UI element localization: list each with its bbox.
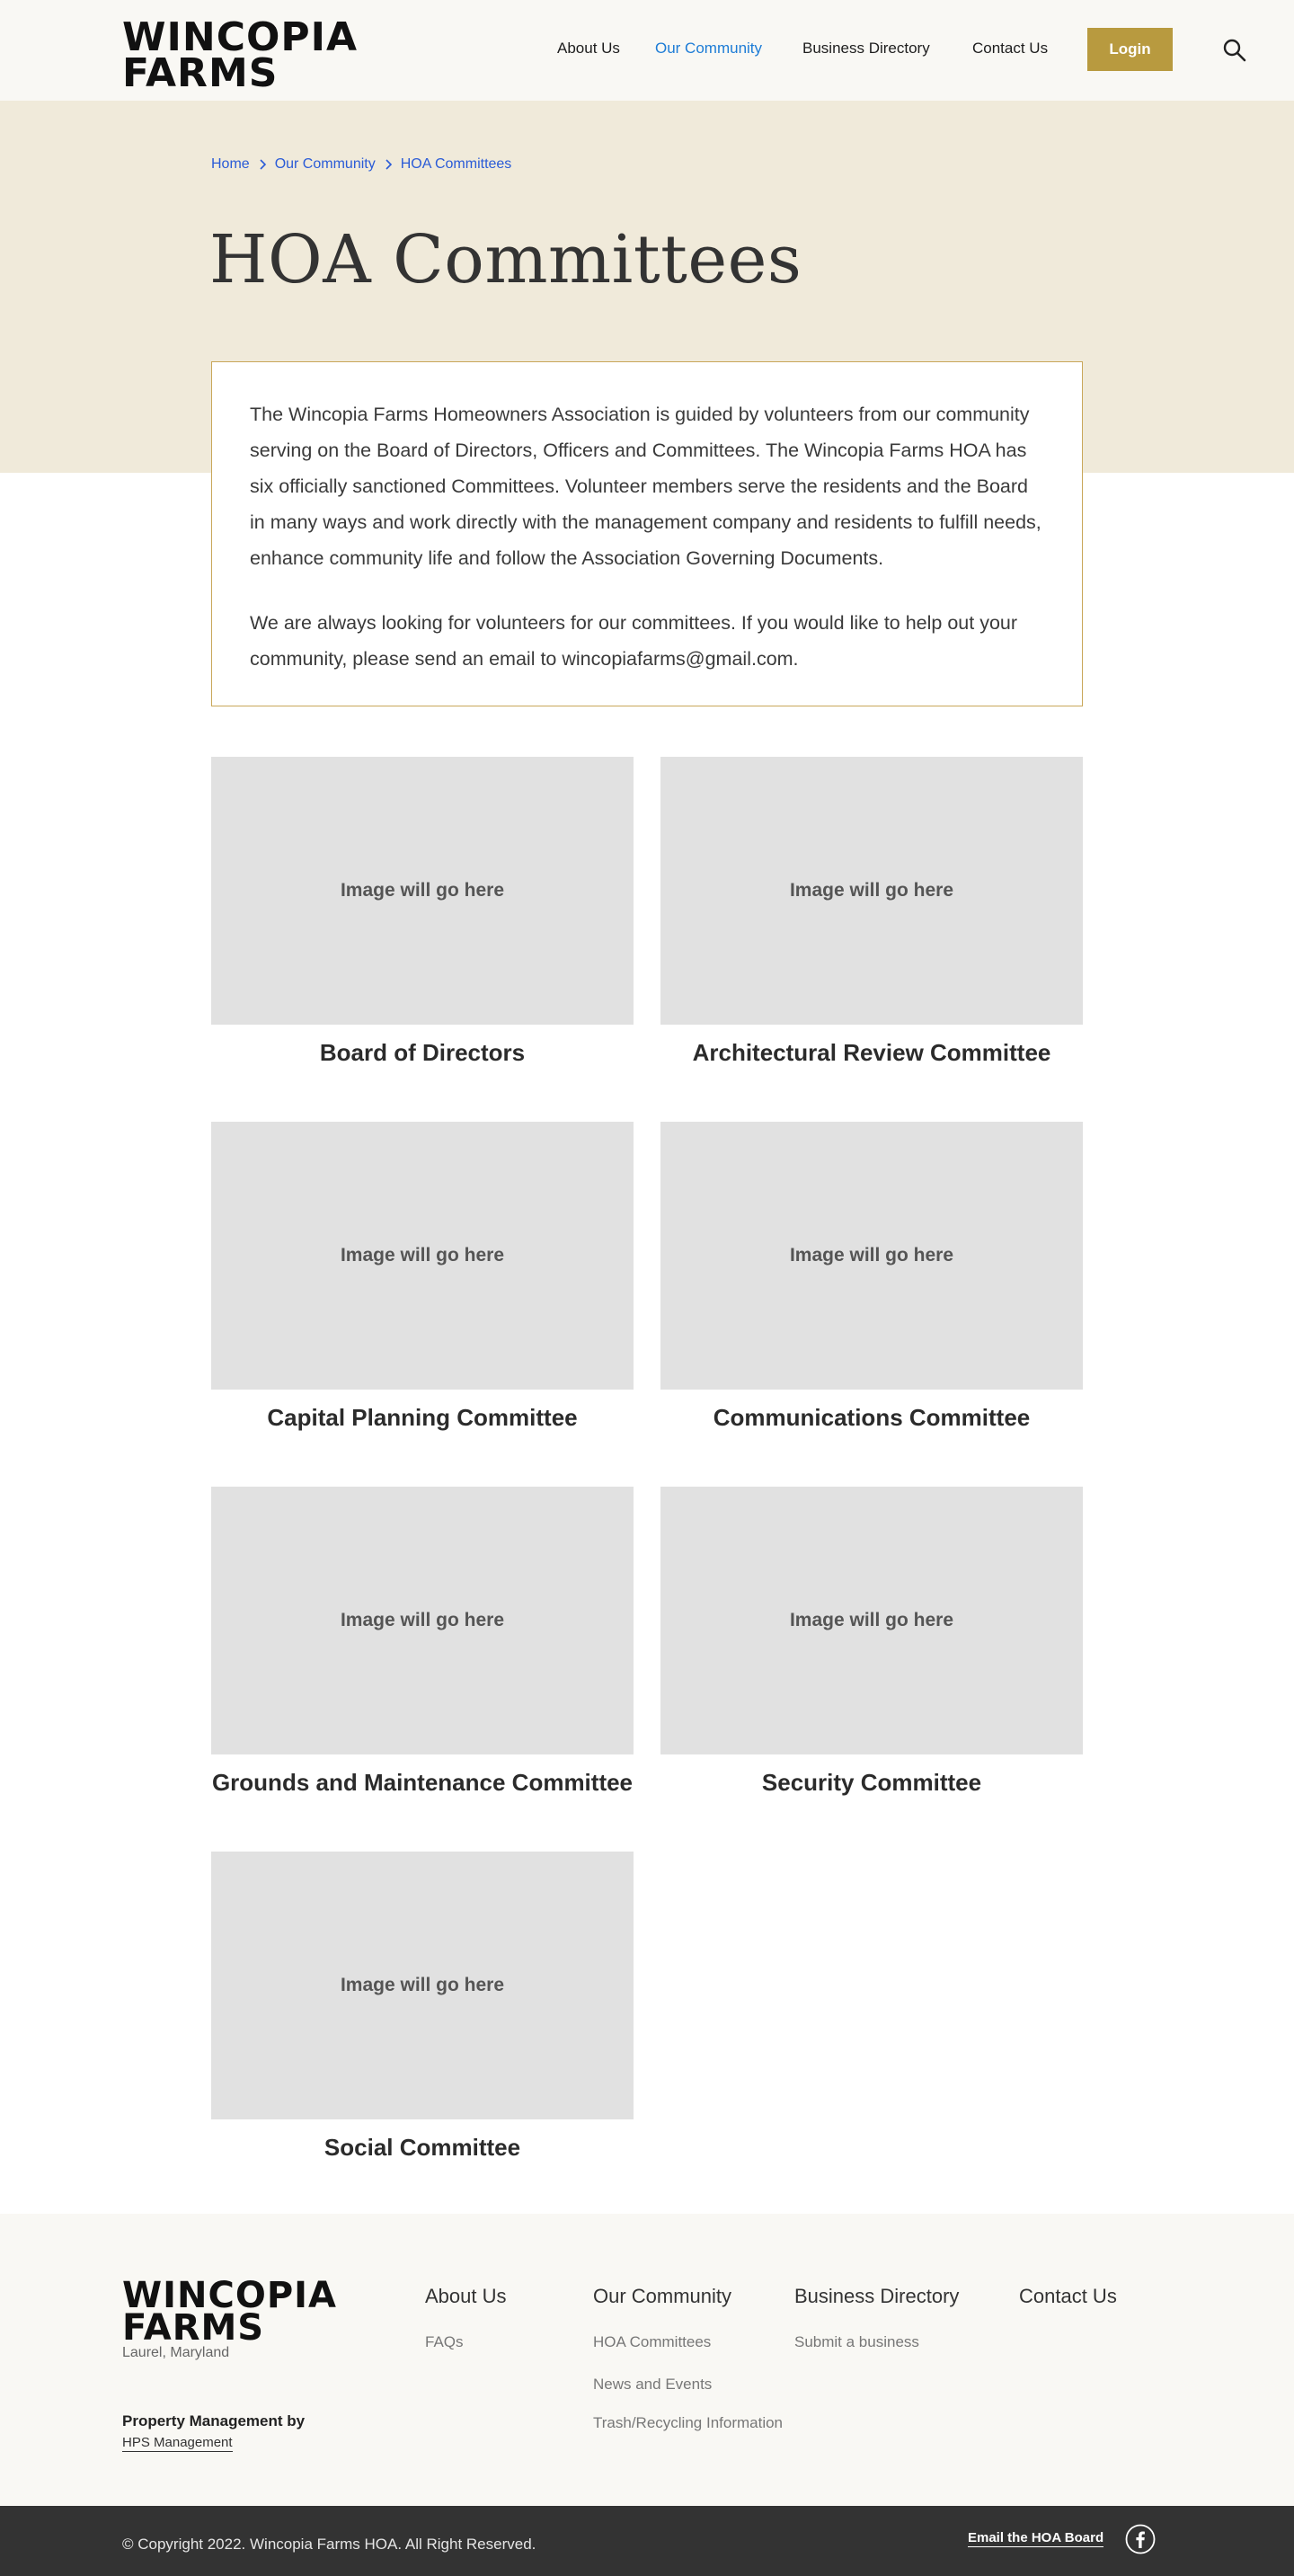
committee-title: Communications Committee xyxy=(713,1404,1031,1431)
committee-image-placeholder: Image will go here xyxy=(660,757,1083,1025)
footer-link-faqs[interactable]: FAQs xyxy=(425,2333,464,2351)
nav-contact-us[interactable]: Contact Us xyxy=(972,40,1048,58)
committee-title: Capital Planning Committee xyxy=(267,1404,578,1431)
committee-title: Architectural Review Committee xyxy=(692,1039,1051,1066)
committee-image-placeholder: Image will go here xyxy=(211,757,634,1025)
committee-image-placeholder: Image will go here xyxy=(211,1487,634,1754)
footer-location: Laurel, Maryland xyxy=(122,2345,230,2360)
committee-image-placeholder: Image will go here xyxy=(211,1852,634,2119)
breadcrumb-hoa-committees[interactable]: HOA Committees xyxy=(401,156,512,173)
footer-logo[interactable]: WINCOPIA FARMS xyxy=(122,2278,337,2349)
committee-card[interactable]: Image will go here Security Committee xyxy=(660,1487,1083,1796)
committee-card[interactable]: Image will go here Communications Commit… xyxy=(660,1122,1083,1431)
property-management-label: Property Management by xyxy=(122,2412,306,2429)
committee-title: Social Committee xyxy=(324,2134,521,2161)
footer-heading-business-directory[interactable]: Business Directory xyxy=(794,2285,959,2308)
intro-box: The Wincopia Farms Homeowners Associatio… xyxy=(211,361,1083,706)
logo-line2: FARMS xyxy=(122,50,279,96)
nav-about-us[interactable]: About Us xyxy=(557,40,620,58)
facebook-icon[interactable] xyxy=(1125,2524,1156,2554)
chevron-right-icon xyxy=(260,159,266,170)
committee-card[interactable]: Image will go here Capital Planning Comm… xyxy=(211,1122,634,1431)
footer-heading-contact-us[interactable]: Contact Us xyxy=(1019,2285,1117,2308)
intro-paragraph: The Wincopia Farms Homeowners Associatio… xyxy=(250,404,1041,569)
footer-heading-about-us[interactable]: About Us xyxy=(425,2285,507,2308)
breadcrumb-home[interactable]: Home xyxy=(211,156,250,173)
footer-link-submit-business[interactable]: Submit a business xyxy=(794,2333,919,2351)
committee-title: Grounds and Maintenance Committee xyxy=(211,1769,634,1796)
committee-card[interactable]: Image will go here Grounds and Maintenan… xyxy=(211,1487,634,1796)
footer-link-hoa-committees[interactable]: HOA Committees xyxy=(593,2333,711,2351)
footer-link-trash-recycling[interactable]: Trash/Recycling Information xyxy=(593,2414,783,2432)
breadcrumb: Home Our Community HOA Committees xyxy=(211,156,511,173)
committee-title: Board of Directors xyxy=(319,1039,526,1066)
nav-our-community[interactable]: Our Community xyxy=(655,40,762,58)
search-icon[interactable] xyxy=(1222,38,1247,63)
footer-heading-our-community[interactable]: Our Community xyxy=(593,2285,731,2308)
committee-title: Security Committee xyxy=(761,1769,982,1796)
login-button[interactable]: Login xyxy=(1087,28,1173,71)
committee-card[interactable]: Image will go here Architectural Review … xyxy=(660,757,1083,1066)
nav-business-directory[interactable]: Business Directory xyxy=(802,40,930,58)
email-hoa-board-link[interactable]: Email the HOA Board xyxy=(968,2530,1104,2547)
committee-image-placeholder: Image will go here xyxy=(660,1487,1083,1754)
property-management-link[interactable]: HPS Management xyxy=(122,2435,233,2452)
page-title: HOA Committees xyxy=(209,221,802,298)
chevron-right-icon xyxy=(386,159,392,170)
breadcrumb-our-community[interactable]: Our Community xyxy=(275,156,376,173)
site-logo[interactable]: WINCOPIA FARMS xyxy=(122,18,358,96)
footer-link-news-and-events[interactable]: News and Events xyxy=(593,2376,712,2394)
committee-image-placeholder: Image will go here xyxy=(211,1122,634,1390)
copyright-text: © Copyright 2022. Wincopia Farms HOA. Al… xyxy=(122,2536,536,2553)
site-header: WINCOPIA FARMS About Us Our Community Bu… xyxy=(0,0,1294,101)
committee-image-placeholder: Image will go here xyxy=(660,1122,1083,1390)
committee-card[interactable]: Image will go here Board of Directors xyxy=(211,757,634,1066)
intro-paragraph: We are always looking for volunteers for… xyxy=(250,612,1018,670)
footer-logo-line2: FARMS xyxy=(122,2307,265,2349)
committee-card[interactable]: Image will go here Social Committee xyxy=(211,1852,634,2161)
